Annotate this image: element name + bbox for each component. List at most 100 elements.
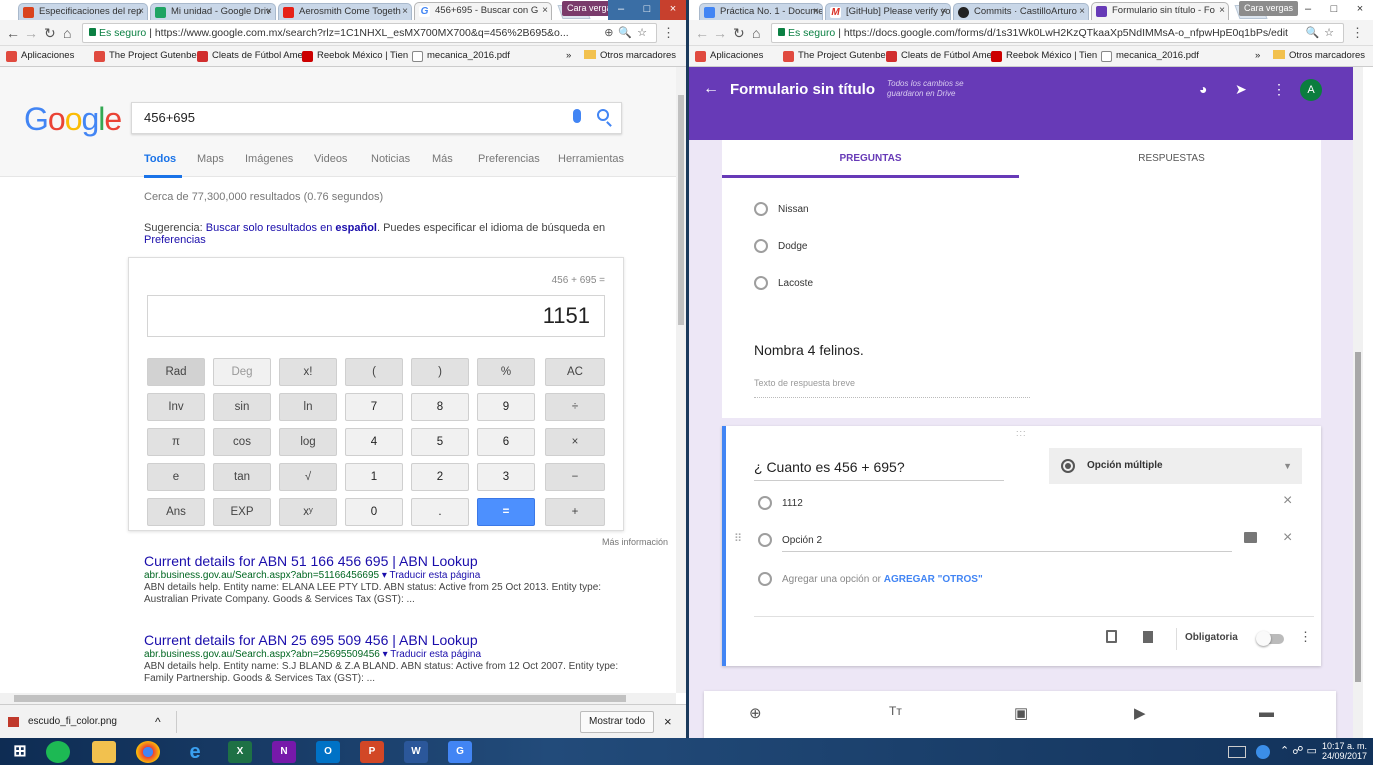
spanish-only-link[interactable]: Buscar solo resultados en (206, 222, 333, 234)
more-bookmarks-button[interactable]: » (566, 46, 571, 66)
more-vert-icon[interactable]: ⋮ (1272, 81, 1286, 98)
home-icon[interactable]: ⌂ (63, 25, 71, 41)
more-bookmarks-button[interactable]: » (1255, 46, 1260, 66)
left-horizontal-scrollbar[interactable] (0, 693, 676, 704)
other-bookmarks[interactable]: Otros marcadores (584, 46, 676, 66)
close-tab-icon[interactable]: × (542, 3, 548, 19)
scroll-thumb[interactable] (1355, 352, 1361, 682)
address-bar[interactable]: Es seguro | https://docs.google.com/form… (771, 23, 1344, 43)
chrome-icon[interactable] (136, 741, 160, 763)
remove-option-icon[interactable]: × (1283, 529, 1292, 547)
calc-key[interactable]: log (279, 428, 337, 456)
close-window-icon[interactable]: × (1347, 0, 1373, 20)
preferences-link[interactable]: Preferencias (144, 234, 206, 246)
left-tab-1[interactable]: Especificaciones del rep × (18, 3, 148, 20)
minimize-icon[interactable]: – (608, 0, 634, 20)
calc-key[interactable]: e (147, 463, 205, 491)
left-tab-2[interactable]: Mi unidad - Google Driv × (150, 3, 276, 20)
bookmark-apps[interactable]: Aplicaciones (6, 46, 74, 66)
tab-preguntas[interactable]: PREGUNTAS (722, 140, 1019, 178)
calc-key[interactable]: ÷ (545, 393, 605, 421)
calc-key[interactable]: 4 (345, 428, 403, 456)
calc-key[interactable]: − (545, 463, 605, 491)
tab-maps[interactable]: Maps (197, 153, 224, 165)
tray-icons[interactable]: ⌃ ☍ ▭ (1280, 744, 1317, 757)
back-arrow-icon[interactable]: ← (6, 25, 20, 41)
drag-handle-icon[interactable]: ⠿ (734, 532, 742, 545)
calc-key[interactable]: × (545, 428, 605, 456)
onenote-icon[interactable]: N (272, 741, 296, 763)
chevron-up-icon[interactable]: ^ (155, 705, 161, 738)
menu-dots-icon[interactable]: ⋮ (662, 25, 675, 41)
chrome-icon[interactable]: G (448, 741, 472, 763)
outlook-icon[interactable]: O (316, 741, 340, 763)
omnibox-tools[interactable]: 🔍☆ (1305, 24, 1339, 42)
close-tab-icon[interactable]: × (1079, 4, 1085, 20)
system-clock[interactable]: 10:17 a. m. 24/09/2017 (1322, 741, 1367, 761)
reload-icon[interactable]: ↻ (44, 25, 56, 41)
delete-icon[interactable] (1143, 631, 1153, 643)
calc-key[interactable]: sin (213, 393, 271, 421)
calc-key[interactable]: √ (279, 463, 337, 491)
bookmark-gutenberg[interactable]: The Project Gutenber (94, 46, 200, 66)
calc-key[interactable]: EXP (213, 498, 271, 526)
form-title[interactable]: Formulario sin título (730, 81, 875, 98)
send-icon[interactable]: ➤ (1235, 81, 1247, 98)
add-option-link[interactable]: Agregar una opción or AGREGAR "OTROS" (758, 572, 983, 587)
question-title[interactable]: Nombra 4 felinos. (754, 342, 864, 358)
calc-key[interactable]: ln (279, 393, 337, 421)
bookmark-mecanica[interactable]: mecanica_2016.pdf (1101, 46, 1199, 66)
remove-option-icon[interactable]: × (1283, 492, 1292, 510)
scroll-thumb[interactable] (14, 695, 626, 702)
calc-key[interactable]: 0 (345, 498, 403, 526)
back-arrow-icon[interactable]: ← (703, 80, 719, 98)
option-2-input[interactable]: Opción 2 (758, 533, 1232, 552)
add-section-icon[interactable]: ▬ (1259, 704, 1274, 721)
tab-videos[interactable]: Videos (314, 153, 347, 165)
add-question-icon[interactable]: ⊕ (749, 704, 762, 722)
menu-dots-icon[interactable]: ⋮ (1351, 25, 1364, 41)
result-title-link[interactable]: Current details for ABN 25 695 509 456 |… (144, 632, 624, 649)
bookmark-reebok[interactable]: Reebok México | Tien (302, 46, 408, 66)
add-image-icon[interactable]: ▣ (1014, 704, 1028, 722)
translate-link[interactable]: ▾ Traducir esta página (383, 649, 481, 660)
tab-todos[interactable]: Todos (144, 153, 176, 165)
add-title-icon[interactable]: Tт (889, 704, 902, 718)
image-icon[interactable] (1244, 532, 1257, 543)
calc-key[interactable]: Ans (147, 498, 205, 526)
translate-link[interactable]: ▾ Traducir esta página (382, 570, 480, 581)
tab-respuestas[interactable]: RESPUESTAS (1022, 140, 1321, 178)
calc-key[interactable]: xʸ (279, 498, 337, 526)
add-video-icon[interactable]: ▶ (1134, 704, 1146, 722)
calc-key[interactable]: tan (213, 463, 271, 491)
more-vert-icon[interactable]: ⋮ (1299, 629, 1312, 645)
bookmark-cleats[interactable]: Cleats de Fútbol Amer (197, 46, 306, 66)
back-arrow-icon[interactable]: ← (695, 25, 709, 41)
help-icon[interactable] (1256, 745, 1270, 759)
reload-icon[interactable]: ↻ (733, 25, 745, 41)
windows-start-icon[interactable]: ⊞ (8, 741, 32, 763)
address-bar[interactable]: Es seguro | https://www.google.com.mx/se… (82, 23, 657, 43)
calc-more-info-link[interactable]: Más información (602, 537, 668, 547)
home-icon[interactable]: ⌂ (752, 25, 760, 41)
calc-key[interactable]: cos (213, 428, 271, 456)
bookmark-gutenberg[interactable]: The Project Gutenber (783, 46, 889, 66)
bookmark-reebok[interactable]: Reebok México | Tien (991, 46, 1097, 66)
bookmark-cleats[interactable]: Cleats de Fútbol Amer (886, 46, 995, 66)
tab-imagenes[interactable]: Imágenes (245, 153, 293, 165)
close-tab-icon[interactable]: × (138, 4, 144, 20)
file-explorer-icon[interactable] (92, 741, 116, 763)
excel-icon[interactable]: X (228, 741, 252, 763)
close-tab-icon[interactable]: × (941, 4, 947, 20)
tab-herramientas[interactable]: Herramientas (558, 153, 624, 165)
right-vertical-scrollbar[interactable] (1353, 67, 1363, 738)
keyboard-icon[interactable] (1228, 746, 1246, 758)
calc-key[interactable]: + (545, 498, 605, 526)
right-tab-4-active[interactable]: Formulario sin título - Fo × (1091, 2, 1229, 20)
option-1112[interactable]: 1112 (758, 496, 803, 511)
calc-key[interactable]: % (477, 358, 535, 386)
calc-key[interactable]: 7 (345, 393, 403, 421)
avatar[interactable]: A (1300, 79, 1322, 101)
spotify-icon[interactable] (46, 741, 70, 763)
calc-key[interactable]: . (411, 498, 469, 526)
